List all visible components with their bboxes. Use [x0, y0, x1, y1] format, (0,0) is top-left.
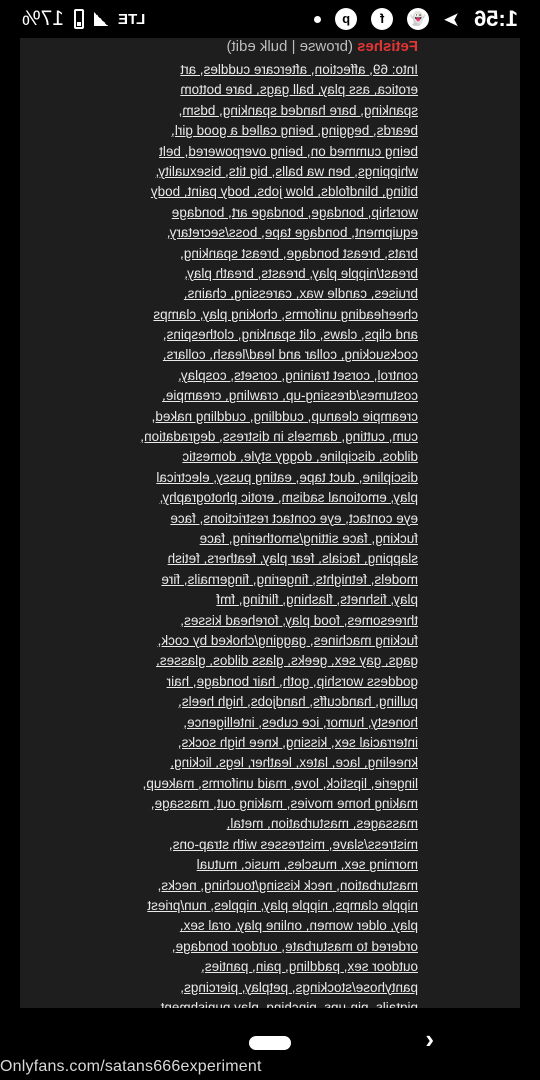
- fetish-line[interactable]: fucking machines, gagging/choked by cock…: [128, 631, 418, 651]
- fetish-line[interactable]: Into: 69, affection, aftercare cuddles, …: [128, 60, 418, 80]
- fetish-line[interactable]: play, emotional sadism, erotic photograp…: [128, 488, 418, 508]
- dot-icon: [314, 15, 322, 23]
- back-icon[interactable]: ‹: [416, 1024, 434, 1054]
- battery-icon: [74, 9, 85, 29]
- fetish-line[interactable]: whippings, ben wa balls, big tits, bisex…: [128, 162, 418, 182]
- home-pill[interactable]: [249, 1036, 291, 1050]
- fetish-line[interactable]: morning sex, muscles, music, mutual: [128, 855, 418, 875]
- fetish-line[interactable]: discipline, duct tape, eating pussy, ele…: [128, 468, 418, 488]
- edit-links[interactable]: (browse | bulk edit): [227, 38, 353, 55]
- fetish-line[interactable]: fucking, face sitting/smothering, face: [128, 529, 418, 549]
- pinterest-icon: p: [335, 8, 358, 30]
- snapchat-icon: 👻: [407, 8, 430, 30]
- fetish-line[interactable]: massages, masturbation, metal,: [128, 814, 418, 834]
- fetish-line[interactable]: and clips, claws, clit spanking, clothes…: [128, 325, 418, 345]
- fetish-line[interactable]: cocksucking, collar and lead/leash, coll…: [128, 345, 418, 365]
- clock: 1:56: [473, 6, 518, 31]
- fetish-line[interactable]: equipment, bondage tape, boss/secretary,: [128, 223, 418, 243]
- category-title[interactable]: Fetishes: [357, 38, 418, 55]
- signal-icon: [94, 12, 109, 26]
- status-bar: 1:56 ➤ 👻 f p LTE 17%: [0, 0, 540, 38]
- watermark: Onlyfans.com/satans666experiment: [0, 1058, 262, 1075]
- fetish-line[interactable]: outdoor sex, paddling, pain, panties,: [128, 957, 418, 977]
- fetish-line[interactable]: making home movies, making out, massage,: [128, 794, 418, 814]
- fetish-line[interactable]: beards, begging, being called a good gir…: [128, 121, 418, 141]
- fetish-line[interactable]: lingerie, lipstick, love, maid uniforms,…: [128, 774, 418, 794]
- fetish-line[interactable]: cheerleading uniforms, choking play, cla…: [128, 305, 418, 325]
- fetish-line[interactable]: threesomes, food play, forehead kisses,: [128, 611, 418, 631]
- fetish-line[interactable]: spanking, bare handed spanking, bdsm,: [128, 101, 418, 121]
- fetish-line[interactable]: dildos, discipline, doggy style, domesti…: [128, 447, 418, 467]
- fetish-line[interactable]: control, corset training, corsets, cospl…: [128, 366, 418, 386]
- fetish-line[interactable]: pigtails, pin-ups, pinching, play punish…: [128, 998, 418, 1008]
- fetish-line[interactable]: erotica, ass play, ball gags, bare botto…: [128, 80, 418, 100]
- fetish-line[interactable]: play, older women, online play, oral sex…: [128, 916, 418, 936]
- profile-panel: Fetishes (browse | bulk edit) Into: 69, …: [20, 38, 520, 1008]
- send-icon: ➤: [443, 8, 460, 31]
- fetish-line[interactable]: bruises, candle wax, caressing, chains,: [128, 284, 418, 304]
- facebook-icon: f: [371, 8, 394, 30]
- fetish-line[interactable]: costumes/dressing-up, crawling, creampie…: [128, 386, 418, 406]
- fetish-line[interactable]: slapping, facials, fear play, feathers, …: [128, 549, 418, 569]
- fetish-line[interactable]: kneeling, lace, latex, leather, legs, li…: [128, 753, 418, 773]
- fetish-list: Into: 69, affection, aftercare cuddles, …: [128, 60, 418, 1008]
- fetish-line[interactable]: interracial sex, kissing, knee high sock…: [128, 733, 418, 753]
- network-label: LTE: [118, 10, 146, 28]
- fetish-line[interactable]: goddess worship, goth, hair bondage, hai…: [128, 672, 418, 692]
- fetish-line[interactable]: cum, cutting, damsels in distress, degra…: [128, 427, 418, 447]
- fetish-line[interactable]: mistress/slave, mistresses with strap-on…: [128, 835, 418, 855]
- fetish-line[interactable]: pulling, handcuffs, handjobs, high heels…: [128, 692, 418, 712]
- fetish-line[interactable]: worship, bondage, bondage art, bondage: [128, 203, 418, 223]
- battery-percent: 17%: [22, 7, 65, 30]
- fetish-line[interactable]: eye contact, eye contact restrictions, f…: [128, 509, 418, 529]
- fetish-line[interactable]: breast/nipple play, breasts, breath play…: [128, 264, 418, 284]
- fetish-line[interactable]: being cummed on, being overpowered, belt: [128, 142, 418, 162]
- fetish-line[interactable]: creampie cleanup, cuddling, cuddling nak…: [128, 407, 418, 427]
- fetish-line[interactable]: honesty, humor, ice cubes, intelligence,: [128, 713, 418, 733]
- fetish-line[interactable]: gags, gay sex, geeks, glass dildos, glas…: [128, 651, 418, 671]
- fetish-line[interactable]: pantyhose/stockings, petplay, piercings,: [128, 978, 418, 998]
- fetish-line[interactable]: models, fetnights, fingering, fingernail…: [128, 570, 418, 590]
- section-heading: Fetishes (browse | bulk edit): [227, 38, 418, 55]
- fetish-line[interactable]: play, fishnets, flashing, flirting, fmf: [128, 590, 418, 610]
- fetish-line[interactable]: masturbation, neck kissing/touching, nec…: [128, 876, 418, 896]
- fetish-line[interactable]: brats, breast bondage, breast spanking,: [128, 244, 418, 264]
- fetish-line[interactable]: ordered to masturbate, outdoor bondage,: [128, 937, 418, 957]
- fetish-line[interactable]: biting, blindfolds, blow jobs, body pain…: [128, 182, 418, 202]
- mirrored-screen: 1:56 ➤ 👻 f p LTE 17% Fetishes (browse | …: [0, 0, 540, 1080]
- fetish-line[interactable]: nipple clamps, nipple play, nipples, nun…: [128, 896, 418, 916]
